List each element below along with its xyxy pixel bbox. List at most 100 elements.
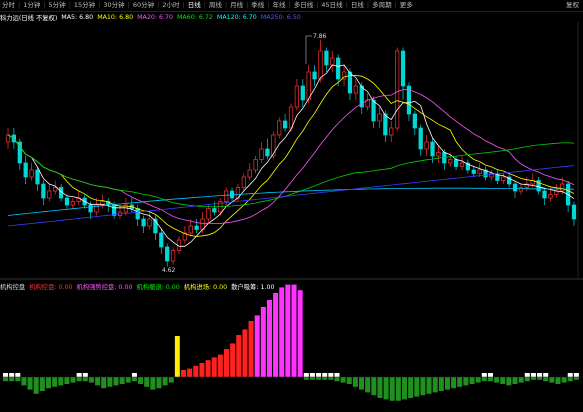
candle-body <box>188 225 193 234</box>
candle-body <box>436 152 441 157</box>
indicator-bar <box>352 377 358 387</box>
indicator-bar <box>359 377 365 390</box>
retail-marker <box>543 373 549 377</box>
candle-body <box>459 162 465 167</box>
candle-body <box>53 187 58 192</box>
candle-body <box>41 183 46 199</box>
ma-line-5 <box>7 64 575 247</box>
candle-body <box>324 50 329 66</box>
indicator-bar <box>211 357 217 377</box>
indicator-bar <box>181 370 187 377</box>
retail-marker <box>524 373 530 377</box>
indicator-bar <box>58 377 64 386</box>
indicator-bar <box>438 377 444 391</box>
kline-chart[interactable]: 7.86 4.62 <box>0 0 583 412</box>
candle-body <box>430 141 435 157</box>
indicator-bar <box>254 315 260 377</box>
candle-body <box>512 183 518 192</box>
candle-body <box>389 127 394 136</box>
retail-marker <box>567 373 573 377</box>
candle-body <box>453 159 459 167</box>
retail-marker <box>76 373 82 377</box>
high-price-label: 7.86 <box>313 33 327 40</box>
candle-body <box>112 204 117 216</box>
indicator-bar <box>555 377 561 384</box>
candle-body <box>70 201 75 206</box>
indicator-bar <box>457 377 463 387</box>
indicator-bar <box>45 377 52 389</box>
indicator-bar <box>15 377 21 382</box>
indicator-bar <box>487 377 493 382</box>
indicator-bar <box>113 377 119 386</box>
candle-body <box>336 57 341 80</box>
indicator-bar <box>119 377 125 384</box>
indicator-bar <box>420 377 426 396</box>
indicator-bar <box>291 284 297 377</box>
indicator-bar <box>475 377 481 383</box>
indicator-bar <box>303 377 309 380</box>
indicator-bar <box>138 377 144 384</box>
indicator-bar <box>500 377 506 384</box>
indicator-bar <box>95 377 101 386</box>
indicator-bar <box>426 377 432 394</box>
retail-marker <box>530 373 536 377</box>
retail-marker <box>322 373 328 377</box>
candle-body <box>448 159 453 164</box>
candle-body <box>135 208 140 220</box>
low-price-label: 4.62 <box>162 267 176 274</box>
retail-marker <box>309 373 315 377</box>
indicator-bar <box>279 287 285 377</box>
candle-body <box>294 85 300 108</box>
candle-body <box>247 169 252 178</box>
candle-body <box>271 134 276 157</box>
indicator-bar <box>27 377 33 390</box>
indicator-bar <box>230 343 236 377</box>
indicator-bar <box>494 377 500 383</box>
retail-marker <box>303 373 309 377</box>
candlestick-series <box>5 39 577 267</box>
indicator-bar <box>21 377 27 386</box>
indicator-bar <box>414 377 420 397</box>
candle-body <box>318 50 323 80</box>
candle-body <box>259 148 264 160</box>
candle-body <box>170 250 176 262</box>
candle-body <box>141 218 146 227</box>
indicator-bar <box>64 377 70 384</box>
indicator-bar <box>76 377 82 382</box>
candle-body <box>47 190 52 199</box>
indicator-bar <box>223 349 230 377</box>
indicator-bar <box>395 377 401 401</box>
indicator-bar <box>322 377 328 380</box>
candle-body <box>194 225 199 230</box>
candle-body <box>312 71 317 80</box>
indicator-bar <box>131 377 137 382</box>
indicator-bar <box>144 377 150 387</box>
candle-body <box>471 169 476 174</box>
retail-marker <box>15 373 21 377</box>
indicator-bar <box>383 377 389 400</box>
candle-body <box>253 159 258 171</box>
indicator-bar <box>297 290 303 377</box>
candle-body <box>159 232 164 248</box>
indicator-bar <box>52 377 58 387</box>
retail-marker <box>481 373 487 377</box>
candle-body <box>224 190 229 202</box>
ma-line-250 <box>7 165 575 227</box>
candle-body <box>383 113 388 136</box>
indicator-bar <box>573 377 579 380</box>
indicator-bar <box>3 377 9 382</box>
candle-body <box>571 204 577 220</box>
retail-marker <box>3 373 9 377</box>
retail-marker <box>573 373 579 377</box>
indicator-bar <box>506 377 512 386</box>
indicator-bar <box>156 377 162 389</box>
indicator-bar <box>469 377 475 384</box>
indicator-bar <box>512 377 518 384</box>
candle-body <box>23 162 28 178</box>
indicator-bar <box>408 377 414 398</box>
indicator-bar <box>236 335 242 377</box>
retail-marker <box>9 373 15 377</box>
indicator-bar <box>328 377 334 380</box>
candle-body <box>418 127 423 150</box>
indicator-bar <box>205 360 211 377</box>
